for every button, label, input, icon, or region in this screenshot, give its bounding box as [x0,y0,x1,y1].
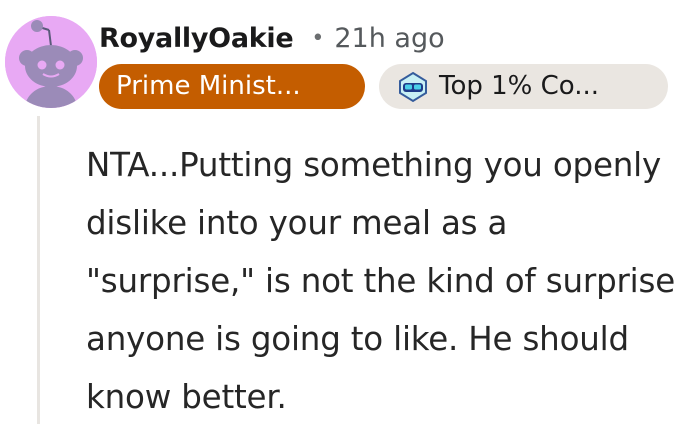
username-link[interactable]: RoyallyOakie [99,23,294,54]
comment-body: NTA...Putting something you openly disli… [86,146,676,416]
snoo-avatar-icon [5,16,97,108]
comment: RoyallyOakie • 21h ago Prime Minist... T… [0,0,700,424]
thread-line[interactable] [37,116,40,424]
timestamp[interactable]: 21h ago [334,23,444,54]
meta-separator: • [311,25,325,51]
top-contributor-badge[interactable]: Top 1% Co... [379,64,668,109]
user-avatar[interactable] [5,16,97,108]
comment-meta: RoyallyOakie • 21h ago [99,18,445,58]
user-flair-primary[interactable]: Prime Minist... [99,64,365,109]
top-contributor-label: Top 1% Co... [439,71,600,101]
top-contributor-goggles-icon [399,71,427,102]
user-flairs: Prime Minist... Top 1% Co... [99,64,668,109]
